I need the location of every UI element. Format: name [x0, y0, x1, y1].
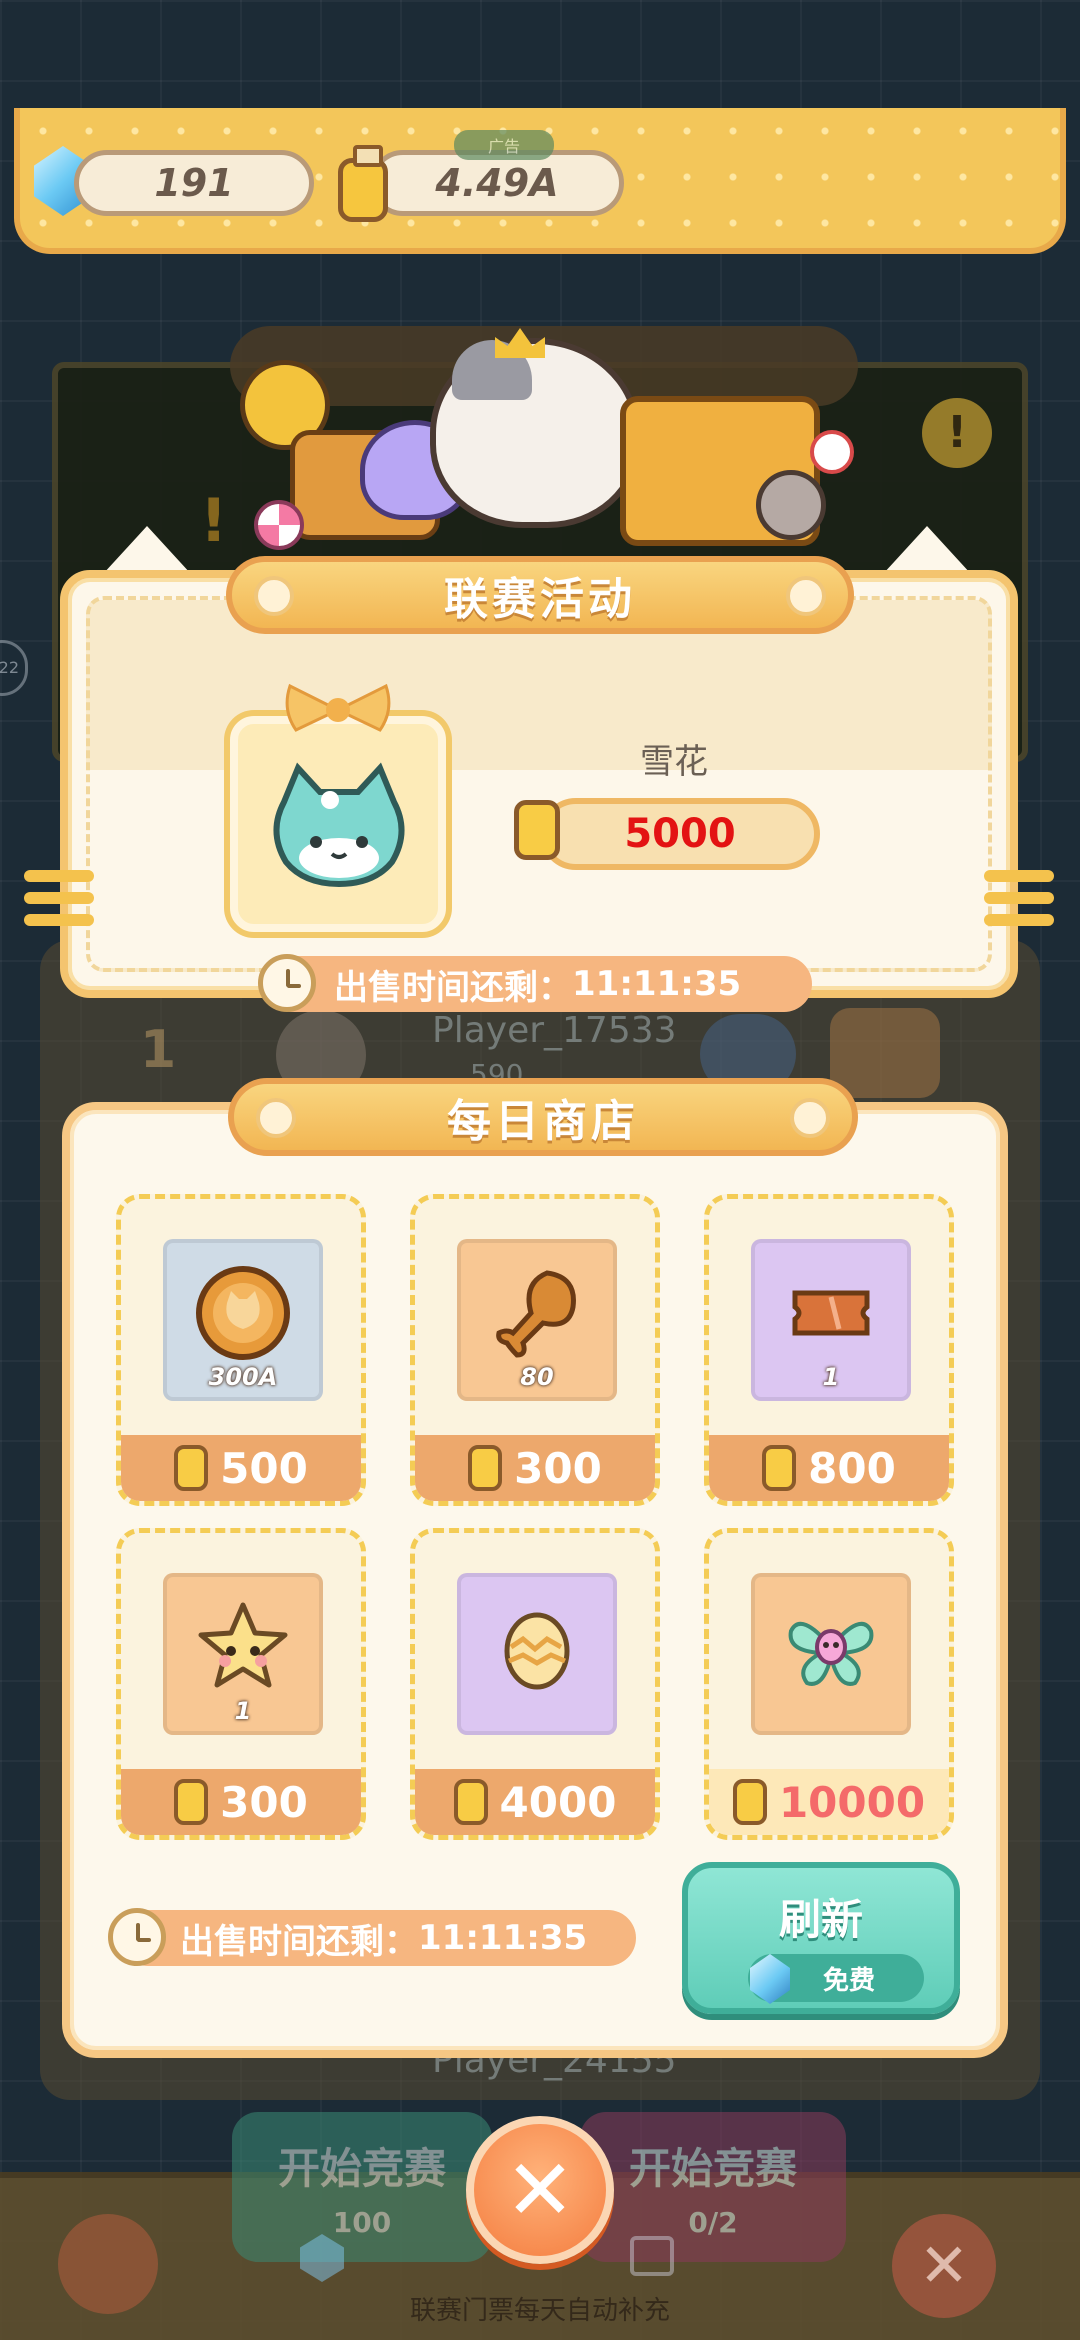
shop-item-price[interactable]: 4000 — [415, 1769, 655, 1835]
mouse-icon — [756, 470, 826, 540]
honey-jar-icon — [453, 1779, 488, 1825]
paw-icon — [790, 1098, 830, 1138]
shop-item-card[interactable]: 1 800 — [704, 1194, 954, 1506]
shop-item-price-value: 500 — [220, 1443, 308, 1493]
shop-item-card[interactable]: 80 300 — [410, 1194, 660, 1506]
video-icon — [630, 2236, 674, 2276]
start-match-video-button[interactable]: 开始竞赛 0/2 — [580, 2112, 846, 2262]
snowflake-cat-icon — [273, 762, 405, 888]
shop-timer: 出售时间还剩： 11:11:35 — [120, 1910, 636, 1966]
shop-item-price[interactable]: 300 — [121, 1769, 361, 1835]
honey-jar-icon — [514, 800, 560, 860]
shop-item-card[interactable]: 4000 — [410, 1528, 660, 1840]
honey-jar-icon — [174, 1445, 209, 1491]
shop-item-quantity: 80 — [520, 1363, 554, 1391]
close-button[interactable]: ✕ — [466, 2116, 614, 2264]
clock-icon — [108, 1908, 166, 1966]
honey-jar-icon — [732, 1779, 767, 1825]
start-match-label: 开始竞赛 — [277, 2144, 446, 2193]
shop-item-image: 80 — [457, 1239, 617, 1401]
shop-item-price-value: 10000 — [778, 1777, 926, 1827]
refresh-button[interactable]: 刷新 免费 — [682, 1862, 960, 2014]
daily-shop-title: 每日商店 — [228, 1078, 858, 1156]
shop-item-image: 300A — [163, 1239, 323, 1401]
paw-icon — [254, 576, 294, 616]
shop-item-price[interactable]: 500 — [121, 1435, 361, 1501]
start-match-cost: 100 — [332, 2206, 392, 2239]
league-event-title: 联赛活动 — [226, 556, 854, 634]
butterfly-icon — [781, 1597, 881, 1701]
shop-item-price[interactable]: 800 — [709, 1435, 949, 1501]
start-match-button[interactable]: 开始竞赛 100 — [232, 2112, 492, 2262]
paw-icon — [786, 576, 826, 616]
shop-timer-value: 11:11:35 — [418, 1918, 588, 1958]
honey-jar-icon — [468, 1445, 503, 1491]
shop-item-image — [457, 1573, 617, 1735]
shop-item-image: 1 — [751, 1239, 911, 1401]
candy-icon — [254, 500, 304, 550]
warning-icon[interactable]: ! — [922, 398, 992, 468]
event-item-price-value: 5000 — [624, 811, 736, 857]
paw-icon — [256, 1098, 296, 1138]
shop-item-image — [751, 1573, 911, 1735]
reward-chest-icon — [830, 1008, 940, 1098]
rank-number: 1 — [140, 1020, 177, 1080]
close-icon: ✕ — [504, 2141, 576, 2239]
shop-item-card[interactable]: 300A 500 — [116, 1194, 366, 1506]
event-timer: 出售时间还剩： 11:11:35 — [264, 956, 812, 1012]
event-timer-label: 出售时间还剩： — [334, 967, 572, 1008]
honey-jar-icon — [174, 1779, 209, 1825]
shop-item-price[interactable]: 300 — [415, 1435, 655, 1501]
honey-jar-icon — [762, 1445, 797, 1491]
shop-item-price[interactable]: 10000 — [709, 1769, 949, 1835]
ad-badge[interactable]: 广告 — [454, 130, 554, 160]
league-event-panel — [60, 570, 1018, 998]
exclamation-icon: ! — [200, 486, 228, 556]
event-item-name: 雪花 — [640, 742, 708, 782]
start-match-video-label: 开始竞赛 — [628, 2144, 797, 2193]
bow-icon — [285, 683, 391, 732]
clock-icon — [258, 954, 316, 1012]
shop-item-quantity: 1 — [822, 1363, 840, 1391]
refresh-cost-label: 免费 — [822, 1965, 875, 1996]
refresh-label: 刷新 — [778, 1895, 863, 1944]
shop-item-quantity: 300A — [208, 1363, 278, 1391]
shop-item-price-value: 4000 — [499, 1777, 617, 1827]
egg-icon — [487, 1597, 587, 1701]
video-count: 0/2 — [688, 2206, 738, 2239]
drumstick-icon — [487, 1263, 587, 1367]
heart-bubble-icon — [810, 430, 854, 474]
cat-coin-icon — [193, 1263, 293, 1367]
star-icon — [193, 1597, 293, 1701]
shop-item-price-value: 300 — [514, 1443, 602, 1493]
shop-timer-label: 出售时间还剩： — [180, 1921, 418, 1962]
ticket-note: 联赛门票每天自动补充 — [409, 2296, 670, 2326]
shop-item-card[interactable]: 10000 — [704, 1528, 954, 1840]
shop-item-card[interactable]: 1 300 — [116, 1528, 366, 1840]
shop-item-quantity: 1 — [234, 1697, 252, 1725]
event-item-price[interactable]: 5000 — [540, 798, 820, 870]
shop-item-image: 1 — [163, 1573, 323, 1735]
league-event-inner — [86, 596, 992, 972]
shop-item-price-value: 300 — [220, 1777, 308, 1827]
player-name: Player_17533 — [432, 1010, 677, 1051]
gem-count: 191 — [74, 150, 314, 216]
ticket-icon — [781, 1263, 881, 1367]
event-timer-value: 11:11:35 — [572, 964, 742, 1004]
honey-jar-icon — [338, 145, 388, 222]
shop-item-price-value: 800 — [808, 1443, 896, 1493]
